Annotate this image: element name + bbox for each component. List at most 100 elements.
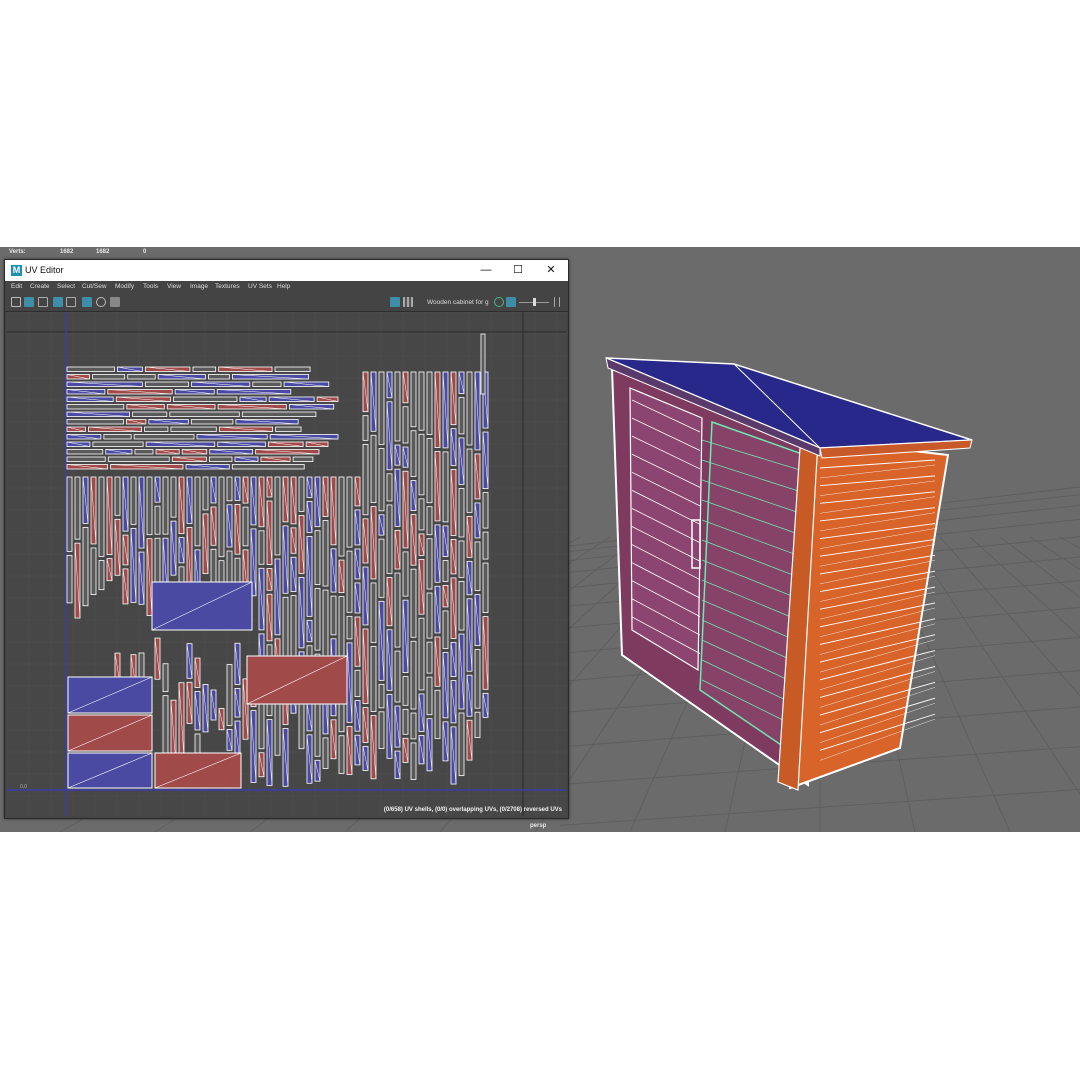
uv-shell: [418, 371, 425, 431]
uv-shell: [370, 582, 377, 643]
cabinet-model[interactable]: [560, 337, 1080, 832]
menu-select[interactable]: Select: [57, 283, 75, 290]
uv-shell: [242, 506, 249, 547]
uv-shell: [418, 498, 425, 531]
checker-icon[interactable]: [403, 297, 413, 307]
uv-shell: [66, 366, 115, 372]
exposure-slider[interactable]: [519, 298, 549, 306]
options-icon[interactable]: [554, 297, 560, 307]
uv-shell: [194, 476, 201, 547]
pin-icon[interactable]: [53, 297, 63, 307]
texture-refresh-icon[interactable]: [494, 297, 504, 307]
uv-shell: [394, 371, 401, 442]
menu-uv-sets[interactable]: UV Sets: [248, 283, 272, 290]
minimize-button[interactable]: —: [470, 260, 502, 281]
uv-shell: [107, 456, 170, 462]
uv-shell: [402, 406, 409, 444]
uv-shell: [480, 333, 486, 395]
uv-shell: [386, 504, 393, 574]
menu-image[interactable]: Image: [190, 283, 208, 290]
uv-shell: [378, 538, 385, 598]
uv-shell: [402, 551, 409, 597]
hud-label: Verts:: [9, 249, 26, 255]
menu-help[interactable]: Help: [277, 283, 290, 290]
uv-shell: [466, 371, 473, 446]
uv-shell-icon[interactable]: [11, 297, 21, 307]
uv-shell: [170, 426, 217, 432]
uv-editor-window[interactable]: M UV Editor — ☐ ✕ Edit Create Select Cut…: [4, 259, 569, 819]
maximize-button[interactable]: ☐: [502, 260, 534, 281]
uv-shell: [322, 737, 329, 769]
uv-shell: [162, 663, 169, 693]
uv-shell: [426, 538, 433, 590]
distortion-icon[interactable]: [66, 297, 76, 307]
texture-name-field[interactable]: Wooden cabinet for g: [427, 299, 489, 306]
uv-origin-label: 0,0: [20, 784, 27, 790]
menu-modify[interactable]: Modify: [115, 283, 134, 290]
menu-tools[interactable]: Tools: [143, 283, 158, 290]
uv-shell: [226, 476, 233, 502]
uv-shell: [74, 476, 81, 540]
uv-shell: [282, 596, 289, 666]
uv-shell: [314, 530, 321, 585]
image-icon[interactable]: [390, 297, 400, 307]
uv-shell: [218, 476, 225, 558]
close-button[interactable]: ✕: [535, 260, 567, 281]
uv-shell: [274, 476, 281, 556]
uv-shell: [458, 488, 465, 538]
uv-shell: [410, 371, 417, 428]
uv-editor-menubar: Edit Create Select Cut/Sew Modify Tools …: [5, 281, 568, 294]
uv-shell: [314, 695, 321, 757]
exposure-slider-knob[interactable]: [533, 298, 536, 306]
uv-shell: [274, 366, 311, 372]
checker-map-icon[interactable]: [24, 297, 34, 307]
uv-shell: [466, 448, 473, 513]
image-display-icon[interactable]: [110, 297, 120, 307]
menu-edit[interactable]: Edit: [11, 283, 22, 290]
uv-shell: [482, 531, 489, 560]
uv-shell: [322, 520, 329, 587]
snapshot-icon[interactable]: [96, 297, 106, 307]
poly-count-hud: Verts: 1682 1682 0: [0, 247, 400, 257]
menu-view[interactable]: View: [167, 283, 181, 290]
uv-shell: [292, 456, 314, 462]
uv-shell: [258, 530, 265, 565]
uv-shell: [132, 411, 168, 417]
uv-shell: [418, 433, 425, 496]
hud-value: 0: [143, 249, 147, 255]
uv-grid-icon[interactable]: [38, 297, 48, 307]
uv-shell: [386, 473, 393, 502]
uv-shell: [458, 712, 465, 777]
uv-shell: [258, 701, 265, 750]
uv-shell: [202, 476, 209, 511]
menu-cut-sew[interactable]: Cut/Sew: [82, 283, 107, 290]
uv-shell: [322, 589, 329, 657]
uv-editor-titlebar[interactable]: M UV Editor — ☐ ✕: [5, 260, 568, 281]
uv-shell: [346, 550, 353, 613]
uv-shell: [208, 374, 230, 380]
camera-label: persp: [530, 823, 547, 829]
uv-shell: [330, 595, 337, 636]
uv-shell: [482, 492, 489, 529]
uv-shell: [144, 381, 189, 387]
window-title: UV Editor: [25, 265, 64, 275]
uv-shell: [410, 568, 417, 638]
uv-shell: [378, 711, 385, 749]
uv-shell: [378, 371, 385, 445]
uv-shell: [154, 505, 161, 535]
uv-canvas[interactable]: 0,0 (0/658) UV shells, (0/0) overlapping…: [7, 312, 566, 816]
uv-shell: [192, 366, 217, 372]
uv-shell: [146, 476, 153, 536]
uv-shell: [130, 476, 137, 525]
uv-shell: [426, 506, 433, 536]
uv-shell: [362, 415, 369, 441]
menu-textures[interactable]: Textures: [215, 283, 240, 290]
uv-shell: [169, 411, 240, 417]
uv-shell: [482, 562, 489, 613]
uv-layout[interactable]: [7, 312, 566, 816]
exposure-icon[interactable]: [506, 297, 516, 307]
uv-shell: [92, 374, 126, 380]
texture-toggle-icon[interactable]: [82, 297, 92, 307]
menu-create[interactable]: Create: [30, 283, 50, 290]
uv-shell: [474, 649, 481, 709]
